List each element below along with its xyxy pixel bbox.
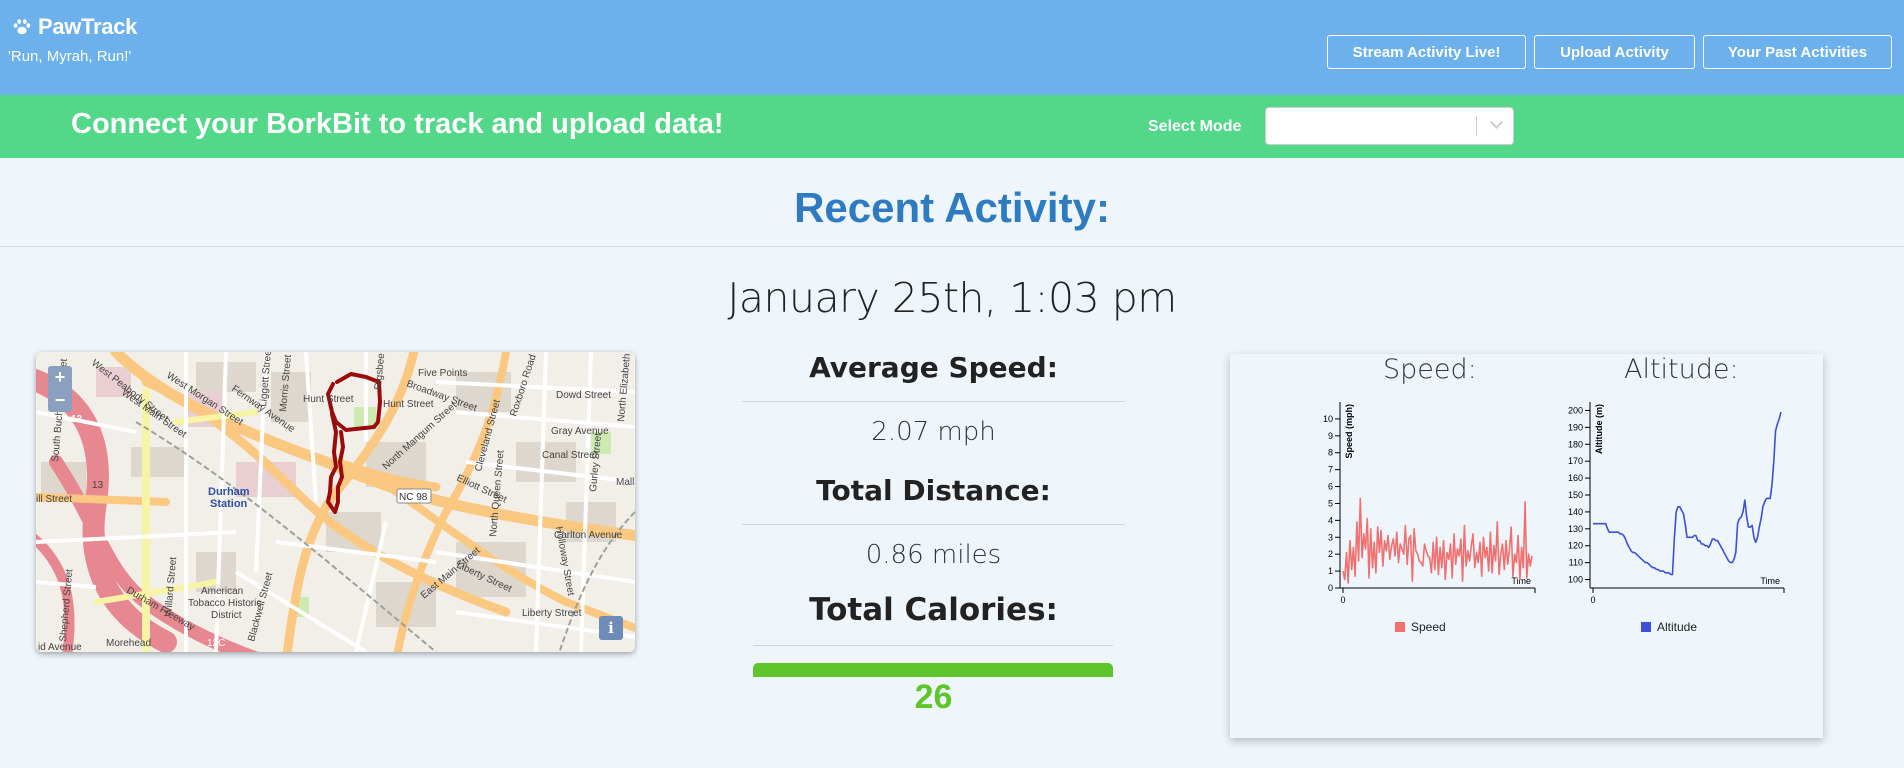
connect-banner: Connect your BorkBit to track and upload… [0, 95, 1904, 158]
altitude-legend-label: Altitude [1657, 620, 1698, 634]
select-mode-label: Select Mode [1148, 118, 1242, 135]
y-tick-label: 10 [1323, 414, 1333, 424]
svg-text:Dowd Street: Dowd Street [556, 390, 611, 401]
map-info-button[interactable]: i [599, 616, 623, 640]
calories-progress-fill [753, 663, 1113, 677]
speed-legend: Speed [1395, 620, 1446, 634]
stat-divider [742, 524, 1125, 525]
charts-panel: Speed: Altitude: 0 1 2 3 4 5 6 7 8 9 10 0 Time Speed … [1230, 354, 1823, 738]
brand[interactable]: PawTrack [12, 14, 137, 40]
y-tick-label: 4 [1328, 515, 1333, 525]
y-tick-label: 200 [1568, 405, 1583, 415]
svg-text:Tobacco Historic: Tobacco Historic [188, 598, 261, 609]
y-tick-label: 0 [1328, 583, 1333, 593]
calories-value: 26 [914, 678, 953, 716]
y-tick-label: 6 [1328, 482, 1333, 492]
chevron-down-icon[interactable] [1490, 116, 1503, 129]
svg-text:Hunt Street: Hunt Street [383, 399, 434, 410]
select-separator [1476, 116, 1477, 136]
distance-label: Total Distance: [816, 474, 1051, 507]
x-tick-label: 0 [1340, 595, 1345, 605]
speed-legend-label: Speed [1411, 620, 1446, 634]
svg-text:12C: 12C [207, 638, 225, 649]
y-tick-label: 190 [1568, 422, 1583, 432]
y-tick-label: 110 [1569, 558, 1583, 568]
svg-text:13: 13 [71, 414, 83, 425]
activity-map[interactable]: West Main Street West Morgan Street West… [36, 352, 635, 652]
app-name: PawTrack [38, 14, 138, 39]
svg-text:Morehead: Morehead [106, 638, 151, 649]
x-tick-label: 0 [1590, 595, 1595, 605]
x-axis-label: Time [1760, 576, 1780, 586]
app-tagline: 'Run, Myrah, Run!' [8, 48, 132, 65]
svg-text:13: 13 [92, 480, 104, 491]
y-tick-label: 160 [1568, 473, 1583, 483]
zoom-out-button[interactable]: − [48, 389, 72, 412]
y-tick-label: 1 [1328, 566, 1333, 576]
speed-chart-title: Speed: [1383, 354, 1477, 385]
y-tick-label: 8 [1328, 448, 1333, 458]
section-divider [0, 246, 1904, 247]
banner-message: Connect your BorkBit to track and upload… [71, 108, 724, 140]
y-tick-label: 7 [1328, 465, 1333, 475]
svg-text:Liberty Street: Liberty Street [522, 608, 582, 619]
zoom-in-button[interactable]: + [48, 366, 72, 389]
avg-speed-label: Average Speed: [809, 351, 1058, 384]
y-tick-label: 3 [1328, 532, 1333, 542]
altitude-legend: Altitude [1641, 620, 1697, 634]
mode-select[interactable] [1265, 107, 1514, 145]
y-axis-label: Speed (mph) [1344, 404, 1354, 459]
svg-text:Durham: Durham [208, 486, 250, 498]
page-title: Recent Activity: [794, 184, 1110, 231]
y-tick-label: 5 [1328, 498, 1333, 508]
distance-value: 0.86 miles [865, 540, 1002, 570]
x-axis-label: Time [1511, 576, 1531, 586]
calories-progress-bar [753, 663, 1113, 677]
y-tick-label: 100 [1568, 575, 1583, 585]
svg-text:Hunt Street: Hunt Street [303, 394, 354, 405]
series-line-speed [1342, 497, 1533, 584]
y-tick-label: 140 [1568, 507, 1583, 517]
speed-chart: 0 1 2 3 4 5 6 7 8 9 10 0 Time Speed (mph) [1323, 402, 1536, 605]
y-tick-label: 180 [1568, 439, 1583, 449]
paw-icon [13, 19, 31, 35]
svg-text:American: American [201, 586, 243, 597]
svg-text:id Avenue: id Avenue [38, 642, 82, 652]
svg-text:Five Points: Five Points [418, 368, 467, 379]
y-tick-label: 150 [1568, 490, 1583, 500]
top-navbar: PawTrack 'Run, Myrah, Run!' Stream Activ… [0, 0, 1904, 95]
svg-text:Station: Station [210, 498, 248, 510]
series-line-altitude [1593, 411, 1782, 576]
altitude-chart: 100 110 120 130 140 150 160 170 180 190 200 0 Time Al… [1568, 402, 1785, 605]
altitude-chart-title: Altitude: [1624, 354, 1739, 385]
altitude-legend-swatch [1641, 622, 1651, 632]
y-tick-label: 170 [1568, 456, 1583, 466]
y-tick-label: 9 [1328, 431, 1333, 441]
y-tick-label: 2 [1328, 549, 1333, 559]
activity-date: January 25th, 1:03 pm [727, 274, 1177, 322]
calories-label: Total Calories: [809, 592, 1058, 628]
map-zoom-control: + − [48, 366, 72, 412]
svg-text:Canal Street: Canal Street [542, 450, 598, 461]
y-tick-label: 130 [1568, 524, 1583, 534]
y-tick-label: 120 [1568, 541, 1583, 551]
stat-divider [753, 645, 1113, 646]
upload-activity-button[interactable]: Upload Activity [1534, 35, 1695, 69]
svg-text:NC 98: NC 98 [399, 492, 428, 503]
svg-text:District: District [211, 610, 242, 621]
stream-activity-button[interactable]: Stream Activity Live! [1327, 35, 1526, 69]
map-tiles: West Main Street West Morgan Street West… [36, 352, 635, 652]
speed-legend-swatch [1395, 622, 1405, 632]
past-activities-button[interactable]: Your Past Activities [1703, 35, 1892, 69]
svg-text:ill Street: ill Street [36, 494, 72, 505]
y-axis-label: Altitude (m) [1594, 404, 1604, 454]
svg-text:Mallar: Mallar [616, 477, 635, 488]
stat-divider [742, 401, 1125, 402]
avg-speed-value: 2.07 mph [871, 417, 996, 447]
